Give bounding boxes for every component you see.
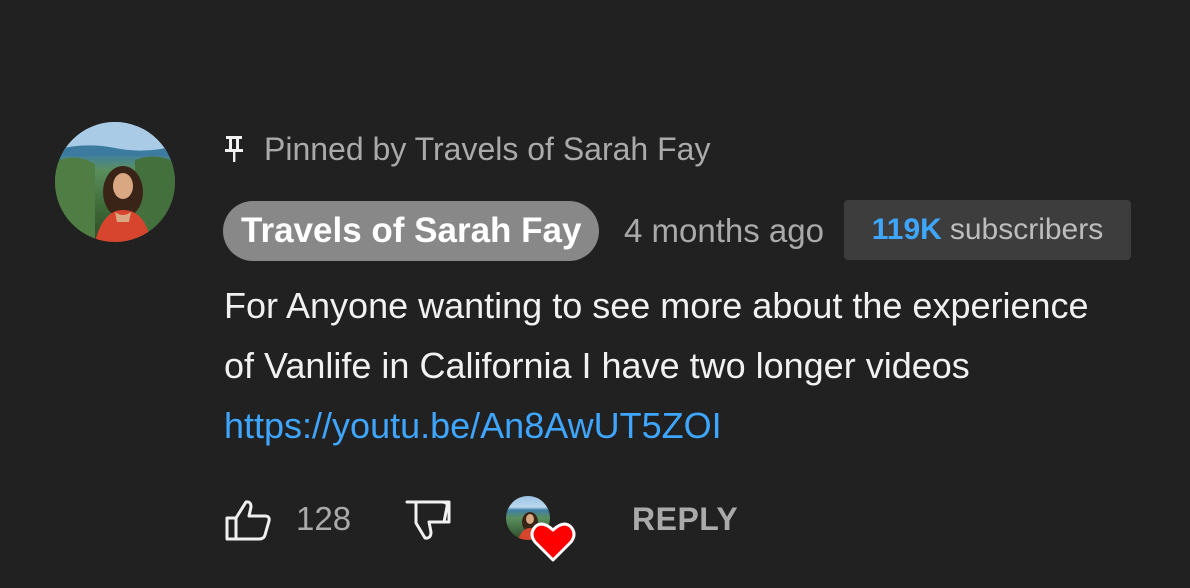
- author-avatar[interactable]: [55, 122, 175, 242]
- comment-thread: Pinned by Travels of Sarah Fay Travels o…: [0, 0, 1190, 588]
- author-name-chip[interactable]: Travels of Sarah Fay: [223, 201, 600, 261]
- heart-icon: [530, 522, 576, 562]
- creator-heart-badge: [506, 496, 576, 562]
- comment-timestamp[interactable]: 4 months ago: [624, 210, 824, 252]
- thumbs-up-icon[interactable]: [224, 498, 272, 542]
- pinned-indicator: Pinned by Travels of Sarah Fay: [224, 128, 710, 170]
- subscriber-label: subscribers: [949, 213, 1104, 246]
- comment-body: For Anyone wanting to see more about the…: [224, 276, 1124, 456]
- avatar-photo: [55, 122, 175, 242]
- comment-text: For Anyone wanting to see more about the…: [224, 285, 1089, 386]
- reply-button[interactable]: REPLY: [632, 498, 738, 540]
- pin-icon: [225, 136, 243, 162]
- author-name: Travels of Sarah Fay: [241, 211, 582, 250]
- pinned-label: Pinned by Travels of Sarah Fay: [264, 130, 711, 167]
- subscribers-tooltip: 119K subscribers: [844, 200, 1131, 260]
- subscriber-count: 119K: [871, 213, 942, 246]
- like-count: 128: [296, 500, 352, 537]
- thumbs-down-icon[interactable]: [404, 498, 452, 542]
- comment-link[interactable]: https://youtu.be/An8AwUT5ZOI: [224, 405, 722, 446]
